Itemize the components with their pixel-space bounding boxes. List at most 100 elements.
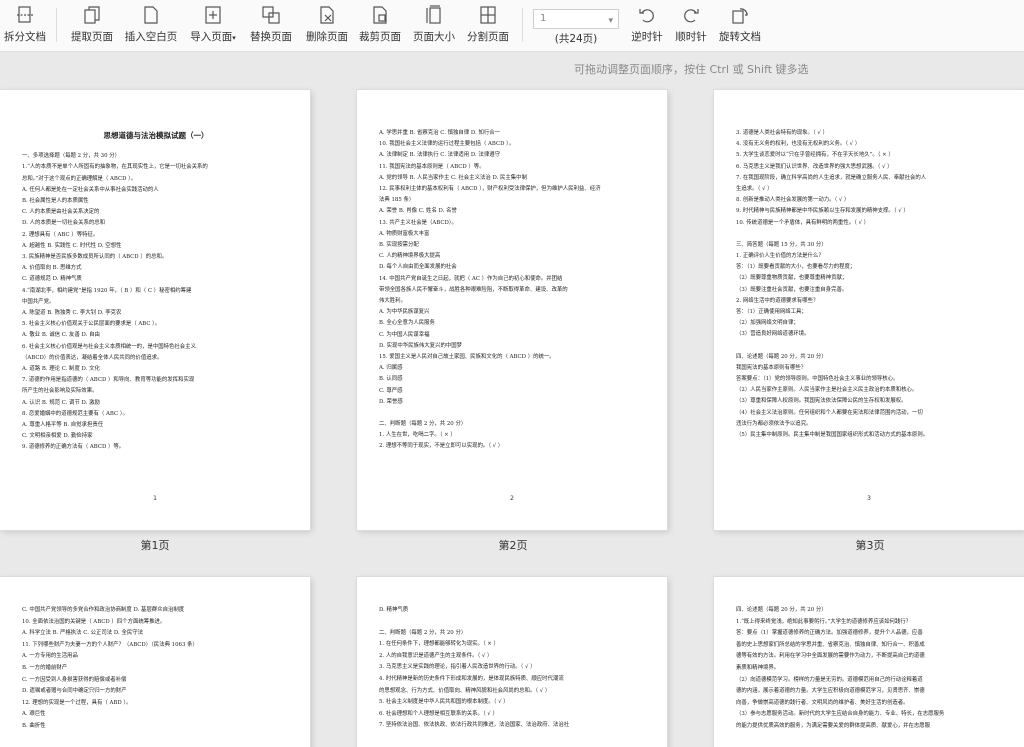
page-thumbnail-5[interactable]: D. 精神气质 二、判断题（每题 2 分，共 20 分） 1. 在任何条件下，理… xyxy=(357,577,667,747)
page-2-line: D. 每个人自由而全面发展的社会 xyxy=(379,264,457,271)
rotate-document-icon xyxy=(729,4,751,26)
page-2-line: 法典 185 条） xyxy=(379,197,415,204)
crop-page-icon xyxy=(369,4,391,26)
page-thumbnail-1[interactable]: 思想道德与法治模拟试题（一） 一、多项选择题（每题 2 分，共 30 分） 1.… xyxy=(0,90,310,530)
page-1-line: 8. 恋爱婚姻中的道德规范主要有（ ABC ）。 xyxy=(22,410,128,417)
page-2-line: 2. 理想不等同于现实，不是立即可以实现的。（ √ ） xyxy=(379,443,504,450)
extract-page-label: 提取页面 xyxy=(71,31,113,43)
page-5-line: 2. 人的自我意识是道德产生的主观条件。（ √ ） xyxy=(379,652,493,659)
page-2-line: 1. 人生在世，吃喝二字。（ × ） xyxy=(379,432,456,439)
import-page-icon xyxy=(202,4,224,26)
page-2-line: C. 为中国人民谋幸福 xyxy=(379,331,430,338)
replace-page-button[interactable]: 替换页面 xyxy=(248,4,294,48)
page-3-line: 违法行为都必须依法予以追究。 xyxy=(736,420,812,427)
page-3-gap xyxy=(736,229,1004,240)
page-number-value: 1 xyxy=(540,13,547,24)
page-1-line: A. 价值取向 B. 思维方式 xyxy=(22,265,82,272)
page-6-line: 的能力提供优质高效的服务，为满足需要关爱的群体提高质、献爱心，并在志愿服 xyxy=(736,722,931,729)
page-1-line: 1.“人的本质不是单个人所固有的抽象物，在其现实性上，它是一切社会关系的 xyxy=(22,164,208,171)
page-1-line: A. 陈望道 B. 陈独秀 C. 李大钊 D. 李克农 xyxy=(22,310,122,317)
page-1-title: 思想道德与法治模拟试题（一） xyxy=(103,131,209,140)
page-3-line: 4. 没有无义务的权利，也没有无权利的义务。（ √ ） xyxy=(736,141,861,148)
page-6-line: 善的史上思想家们所总结的学思并重、省察克治、慎独自律、知行合一、积善成 xyxy=(736,641,925,648)
page-6-line: 答：要点（1）掌握道德修养的正确方法。加强道德修养，提升个人品德，应善 xyxy=(736,630,923,637)
page-3-line: 答：（1）正确使用网络工具； xyxy=(736,309,807,316)
page-2-line: 10. 我国社会主义法律的运行过程主要包括（ ABCD ）。 xyxy=(379,141,515,148)
page-size-button[interactable]: 页面大小 xyxy=(412,4,456,48)
page-size-icon xyxy=(423,4,445,26)
page-6-line: 向善，争做崇高道德的践行者、文明风尚的维护者、美好生活的创造者。 xyxy=(736,699,909,706)
extract-page-button[interactable]: 提取页面 xyxy=(70,4,114,48)
page-4-line: D. 遗嘱或者赠与合同中确定只归一方的财产 xyxy=(22,688,127,695)
page-3-line: 8. 创新是推动人类社会发展的第一动力。（ √ ） xyxy=(736,197,850,204)
split-document-button[interactable]: 拆分文档 xyxy=(4,4,46,48)
page-2-line: 12. 民事权利主体的基本权利有（ ABCD ），财产权利受法律保护，但为维护人… xyxy=(379,186,601,193)
page-4-line: 12. 理想的实现是一个过程，具有（ ABD ）。 xyxy=(22,699,132,706)
toolbar-divider xyxy=(56,8,57,42)
split-page-button[interactable]: 分割页面 xyxy=(466,4,510,48)
page-2-line: 14. 中国共产党自诞生之日起，就把（ AC ）作为自己的初心和使命。并团结 xyxy=(379,275,563,282)
rotate-counterclockwise-button[interactable]: 逆时针 xyxy=(630,4,664,48)
rotate-document-button[interactable]: 旋转文档 xyxy=(718,4,762,48)
page-3-line: 我国宪法的基本原则有哪些？ xyxy=(736,364,807,371)
toolbar: 拆分文档 提取页面 插入空白页 导入页面▾ 替换页面 删除页面 裁剪页面 页面大… xyxy=(0,0,1024,52)
page-2-line: 伟大胜利。 xyxy=(379,298,406,305)
page-6-content: 四、论述题（每题 20 分，共 20 分） 1.“既上得来终觉浅，绝知此事要躬行… xyxy=(714,577,1024,733)
crop-page-label: 裁剪页面 xyxy=(359,31,401,43)
page-4-line: C. 中国共产党领导的多党合作和政治协商制度 D. 基层群众自治制度 xyxy=(22,607,185,613)
page-3-number: 3 xyxy=(867,495,871,502)
page-thumbnail-6[interactable]: 四、论述题（每题 20 分，共 20 分） 1.“既上得来终觉浅，绝知此事要躬行… xyxy=(714,577,1024,747)
page-5-line: 5. 社会主义制度是中华人民共和国的根本制度。（ √ ） xyxy=(379,699,509,706)
page-3-line: （3）营造良好网络道德环境。 xyxy=(736,331,810,338)
page-2-line: D. 实现中华民族伟大复兴的中国梦 xyxy=(379,342,463,349)
page-2-line: 11. 我国宪法的基本原则是（ ABCD ）等。 xyxy=(379,163,485,170)
page-3-line: 1. 正确评价人生价值的方法是什么？ xyxy=(736,253,824,260)
page-1-line: A. 任何人都是处在一定社会关系中从事社会实践活动的人 xyxy=(22,186,159,193)
page-3-line: 3. 道德是人类社会特有的现象。（ √ ） xyxy=(736,130,828,136)
page-thumbnail-3[interactable]: 3. 道德是人类社会特有的现象。（ √ ） 4. 没有无义务的权利，也没有无权利… xyxy=(714,90,1024,530)
page-3-line: 10. 传统道德是一个矛盾体，具有鲜明的两重性。（ √ ） xyxy=(736,219,870,226)
rotate-ccw-icon xyxy=(636,4,658,26)
page-2-line: C. 人的精神境界极大提高 xyxy=(379,253,441,260)
page-4-line: B. 曲折性 xyxy=(22,722,46,729)
rotate-document-label: 旋转文档 xyxy=(719,31,761,43)
page-3-line: （2）加强网络文明自律； xyxy=(736,320,799,327)
page-6-line: 德等有效的方法。利用在学习中全面发展的需要作为动力，不断提高自己的道德 xyxy=(736,653,925,660)
page-1-line: A. 尊重人格平等 B. 自觉承担责任 xyxy=(22,422,104,429)
rotate-ccw-label: 逆时针 xyxy=(631,31,663,43)
insert-blank-page-label: 插入空白页 xyxy=(124,31,178,43)
page-2-number: 2 xyxy=(510,495,514,502)
crop-page-button[interactable]: 裁剪页面 xyxy=(358,4,402,48)
page-1-line: 所产生的社会影响及实际效果。 xyxy=(22,388,98,395)
import-page-label: 导入页面▾ xyxy=(190,29,236,44)
rotate-clockwise-button[interactable]: 顺时针 xyxy=(674,4,708,48)
page-4-line: 10. 全面依法治国的关键是（ ABCD ）四个方面统筹推进。 xyxy=(22,618,166,625)
page-3-line: （3）尊重和保障人权原则。我国宪法依法保障公民的生存权和发展权。 xyxy=(736,398,907,405)
page-2-content: A. 学思并重 B. 省察克治 C. 慎独自律 D. 知行合一 10. 我国社会… xyxy=(357,90,667,453)
page-3-line: 6. 马克思主义是我们认识世界、改造世界的强大思想武器。（ √ ） xyxy=(736,163,893,170)
import-page-button[interactable]: 导入页面▾ xyxy=(188,4,238,48)
delete-page-button[interactable]: 删除页面 xyxy=(304,4,350,48)
page-3-line: （3）既要注重社会贡献，也要注重自身完善。 xyxy=(736,286,848,293)
insert-blank-page-button[interactable]: 插入空白页 xyxy=(124,4,178,48)
rotate-cw-icon xyxy=(680,4,702,26)
page-thumbnail-2[interactable]: A. 学思并重 B. 省察克治 C. 慎独自律 D. 知行合一 10. 我国社会… xyxy=(357,90,667,530)
reorder-hint: 可拖动调整页面顺序，按住 Ctrl 或 Shift 键多选 xyxy=(574,63,809,76)
page-thumbnail-4[interactable]: C. 中国共产党领导的多党合作和政治协商制度 D. 基层群众自治制度 10. 全… xyxy=(0,577,310,747)
rotate-cw-label: 顺时针 xyxy=(675,31,707,43)
page-number-select[interactable]: 1 ▾ xyxy=(533,9,619,29)
page-1-line: 总和。”对于这个观点的正确理解是（ ABCD ）。 xyxy=(22,175,137,182)
page-2-line: A. 党的领导 B. 人民当家作主 C. 社会主义法治 D. 民主集中制 xyxy=(379,174,527,181)
page-1-line: D. 人的本质是一切社会关系的总和 xyxy=(22,220,106,227)
page-6-line: 德的内涵，展示着道德的力量。大学生应积极向道德模范学习，见贤思齐、崇德 xyxy=(736,688,925,695)
split-page-label: 分割页面 xyxy=(467,31,509,43)
delete-page-label: 删除页面 xyxy=(306,31,348,43)
page-3-caption: 第3页 xyxy=(855,539,885,552)
page-1-line: 7. 道德的作用是指道德的（ ABCD ）和导向、教育等功能的发挥和实现 xyxy=(22,377,195,384)
page-3-line: （4）社会主义法治原则。任何组织和个人都要在宪法和法律范围内活动，一切 xyxy=(736,409,923,416)
page-2-gap xyxy=(379,408,647,419)
page-3-line: 三、简答题（每题 15 分，共 30 分） xyxy=(736,241,827,248)
page-4-line: A. 一方专用的生活用品 xyxy=(22,653,78,660)
page-4-line: A. 科学立法 B. 严格执法 C. 公正司法 D. 全民守法 xyxy=(22,630,144,637)
page-4-content: C. 中国共产党领导的多党合作和政治协商制度 D. 基层群众自治制度 10. 全… xyxy=(0,577,310,733)
